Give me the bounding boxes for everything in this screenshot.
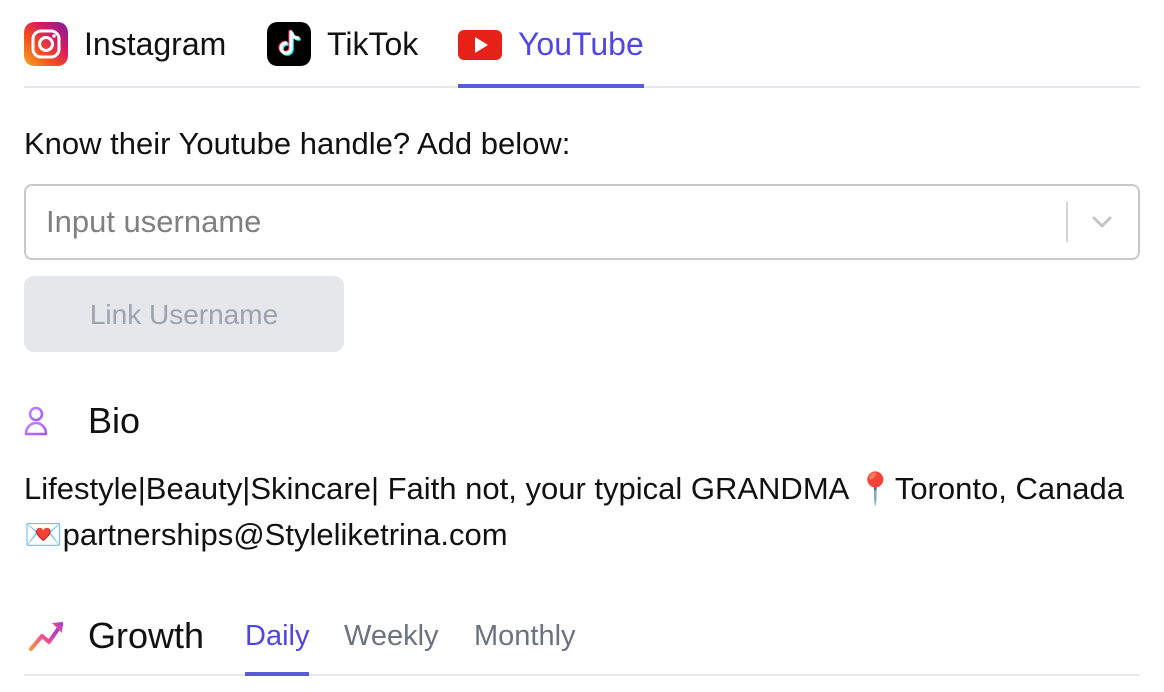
profile-list-icon — [24, 406, 68, 436]
username-input[interactable] — [46, 198, 1046, 246]
tab-tiktok-label: TikTok — [327, 26, 419, 62]
link-username-button[interactable]: Link Username — [24, 276, 344, 352]
tab-daily[interactable]: Daily — [245, 600, 310, 676]
chevron-down-icon[interactable] — [1088, 208, 1116, 236]
bio-title: Bio — [88, 400, 141, 441]
growth-title: Growth — [88, 615, 205, 656]
select-separator — [1066, 202, 1068, 242]
tab-instagram-label: Instagram — [84, 26, 227, 62]
tab-youtube[interactable]: YouTube — [458, 22, 644, 88]
creator-profile-panel: Instagram TikTok YouTube Know their Yout… — [0, 0, 1164, 692]
instagram-icon — [24, 22, 68, 66]
tiktok-icon — [267, 22, 311, 66]
tab-tiktok[interactable]: TikTok — [267, 22, 418, 88]
tab-monthly[interactable]: Monthly — [474, 600, 576, 676]
trending-up-icon — [29, 622, 63, 651]
bio-text: Lifestyle|Beauty|Skincare| Faith not, yo… — [24, 471, 1125, 552]
platform-tabs: Instagram TikTok YouTube — [24, 0, 1140, 88]
tab-instagram[interactable]: Instagram — [24, 22, 226, 88]
tab-weekly[interactable]: Weekly — [344, 600, 439, 676]
growth-header: Growth Daily Weekly Monthly — [24, 600, 1140, 676]
username-select[interactable] — [24, 184, 1140, 260]
tab-youtube-label: YouTube — [518, 26, 644, 62]
youtube-icon — [458, 30, 502, 60]
bio-header: Bio — [24, 398, 140, 444]
handle-prompt: Know their Youtube handle? Add below: — [24, 126, 571, 161]
